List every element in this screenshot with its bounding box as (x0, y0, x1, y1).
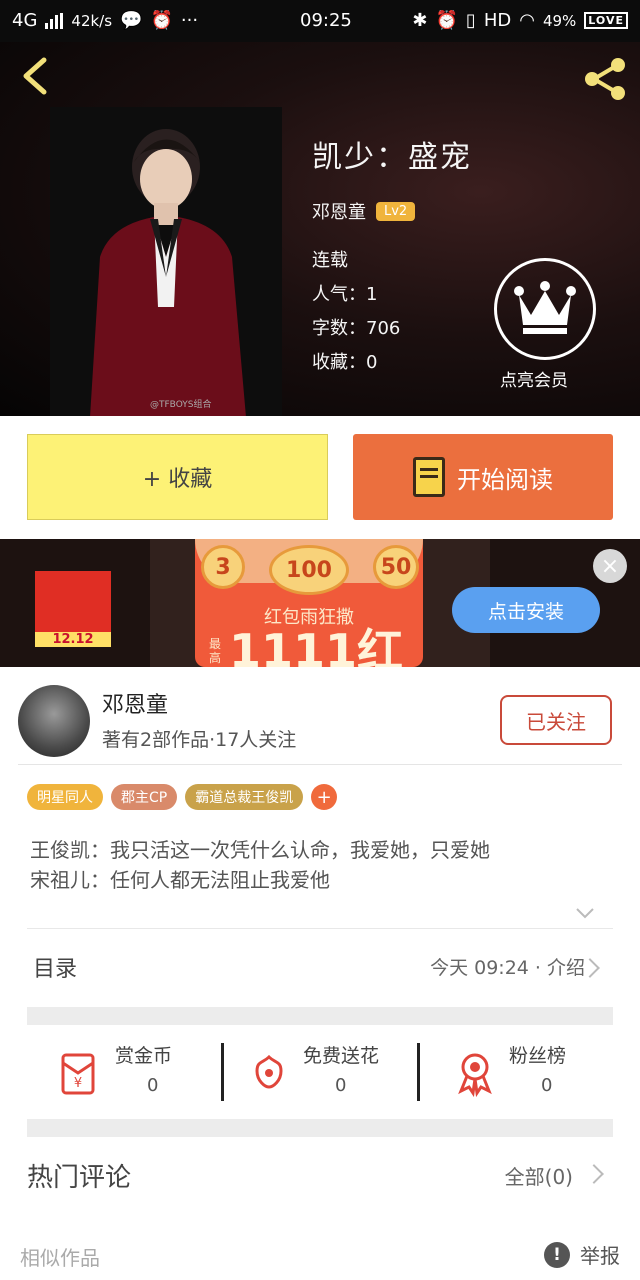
alarm-status-icon: ⏰ (435, 10, 458, 31)
back-icon[interactable] (16, 54, 56, 98)
favorites-count: 收藏：0 (312, 352, 378, 373)
status-right: ✱ ⏰ ▯ HD ◠ 49% LOVE (412, 10, 628, 31)
section-gap (27, 1119, 613, 1137)
avatar[interactable] (18, 685, 90, 757)
book-title: 凯少：盛宠 (312, 140, 472, 175)
all-comments-link[interactable]: 全部(0) (505, 1161, 573, 1190)
bluetooth-icon: ✱ (412, 10, 428, 31)
stat-value: 0 (541, 1075, 553, 1096)
ad-logo-text: 12.12 (35, 632, 111, 647)
alarm-icon: ⏰ (150, 10, 173, 31)
stat-title: 免费送花 (303, 1045, 380, 1067)
status-bar: 4G 42k/s 💬 ⏰ ··· 09:25 ✱ ⏰ ▯ HD ◠ 49% LO… (0, 0, 640, 42)
popularity: 人气：1 (312, 284, 378, 305)
ad-small-text: 最高 (209, 637, 222, 665)
send-flowers[interactable]: 免费送花 0 (245, 1041, 435, 1111)
crown-icon (514, 281, 576, 334)
divider (18, 764, 622, 765)
book-icon (413, 457, 445, 497)
desc-line: 王俊凯：我只活这一次凭什么认命，我爱她，只爱她 (30, 838, 490, 862)
reward-coins[interactable]: ¥ 赏金币 0 (57, 1041, 247, 1111)
ad-banner[interactable]: 12.12 3 100 50 红包雨狂撒 最高 1111红 点击安装 × (0, 539, 640, 667)
ad-install-button[interactable]: 点击安装 (452, 587, 600, 633)
author-name-card[interactable]: 邓恩童 (102, 687, 168, 719)
status-left: 4G 42k/s 💬 ⏰ ··· (12, 10, 198, 31)
ad-big-text: 1111红 (229, 624, 404, 667)
stat-divider (221, 1043, 224, 1101)
similar-works-label[interactable]: 相似作品 (20, 1242, 100, 1271)
message-icon: 💬 (120, 10, 143, 31)
cover-watermark: @TFBOYS组合 (150, 400, 212, 410)
medal-icon (458, 1053, 492, 1097)
ad-app-logo: 12.12 (35, 571, 111, 647)
table-of-contents-row[interactable]: 目录 今天 09:24 · 介绍 (27, 929, 613, 1007)
author-name[interactable]: 邓恩童 (312, 198, 366, 224)
collect-button[interactable]: + 收藏 (27, 434, 328, 520)
followed-button[interactable]: 已关注 (500, 695, 612, 745)
start-reading-button[interactable]: 开始阅读 (353, 434, 613, 520)
add-tag-button[interactable]: + (311, 784, 338, 810)
red-envelope-icon: ¥ (61, 1053, 95, 1095)
toc-label: 目录 (33, 957, 78, 982)
stat-divider (417, 1043, 420, 1101)
ad-coin: 50 (373, 545, 419, 589)
chevron-right-icon (584, 1164, 604, 1184)
book-cover[interactable]: @TFBOYS组合 (50, 107, 282, 417)
word-count: 字数：706 (312, 318, 401, 339)
stat-title: 粉丝榜 (509, 1045, 567, 1067)
wifi-icon: ◠ (519, 10, 535, 31)
share-icon[interactable] (580, 54, 630, 104)
level-badge: Lv2 (376, 201, 416, 221)
love-badge: LOVE (584, 12, 628, 29)
footer-row: 相似作品 ! 举报 (0, 1222, 640, 1280)
member-label[interactable]: 点亮会员 (500, 366, 568, 391)
stat-value: 0 (147, 1075, 159, 1096)
action-bar: + 收藏 开始阅读 (0, 416, 640, 539)
toc-update-info: 今天 09:24 · 介绍 (430, 957, 585, 979)
stat-title: 赏金币 (115, 1045, 173, 1067)
clock: 09:25 (300, 10, 352, 31)
tag-list: 明星同人 郡主CP 霸道总裁王俊凯 + (27, 784, 338, 810)
fan-ranking[interactable]: 粉丝榜 0 (451, 1041, 640, 1111)
ad-coin: 100 (269, 545, 349, 595)
report-button[interactable]: ! 举报 (544, 1240, 620, 1269)
book-description: 王俊凯：我只活这一次凭什么认命，我爱她，只爱她 宋祖儿：任何人都无法阻止我爱他 (30, 835, 490, 895)
more-icon: ··· (180, 10, 199, 31)
author-row: 邓恩童 Lv2 (312, 198, 472, 224)
ad-coin: 3 (201, 545, 245, 589)
hd-label: HD (483, 10, 512, 31)
detail-section: 邓恩童 著有2部作品·17人关注 已关注 明星同人 郡主CP 霸道总裁王俊凯 +… (0, 667, 640, 1280)
flower-icon (255, 1054, 283, 1089)
member-button[interactable] (494, 258, 596, 360)
hot-comments-header[interactable]: 热门评论 全部(0) (27, 1137, 613, 1209)
book-header: @TFBOYS组合 凯少：盛宠 邓恩童 Lv2 连载 人气：1 字数：706 收… (0, 42, 640, 417)
section-gap (27, 1007, 613, 1025)
chevron-down-icon[interactable] (575, 903, 595, 923)
signal-icon (45, 12, 64, 29)
author-stats: 著有2部作品·17人关注 (102, 729, 297, 751)
ad-red-packet: 3 100 50 红包雨狂撒 最高 1111红 (195, 539, 423, 667)
alert-icon: ! (544, 1241, 570, 1268)
book-info: 凯少：盛宠 邓恩童 Lv2 连载 人气：1 字数：706 收藏：0 (312, 132, 472, 380)
tag-item[interactable]: 明星同人 (27, 784, 103, 810)
start-reading-label: 开始阅读 (457, 465, 553, 494)
stat-value: 0 (335, 1075, 347, 1096)
vibrate-icon: ▯ (465, 10, 476, 31)
ad-close-icon[interactable]: × (593, 549, 627, 583)
net-speed: 42k/s (71, 11, 113, 30)
hot-comments-label: 热门评论 (27, 1163, 132, 1193)
tag-item[interactable]: 郡主CP (111, 784, 178, 810)
network-label: 4G (12, 10, 38, 31)
svg-text:¥: ¥ (74, 1076, 82, 1091)
report-label: 举报 (580, 1244, 620, 1268)
battery-label: 49% (542, 11, 577, 30)
tag-item[interactable]: 霸道总裁王俊凯 (185, 784, 304, 810)
cover-illustration (50, 107, 282, 417)
serial-status: 连载 (312, 250, 348, 271)
desc-line: 宋祖儿：任何人都无法阻止我爱他 (30, 868, 330, 892)
